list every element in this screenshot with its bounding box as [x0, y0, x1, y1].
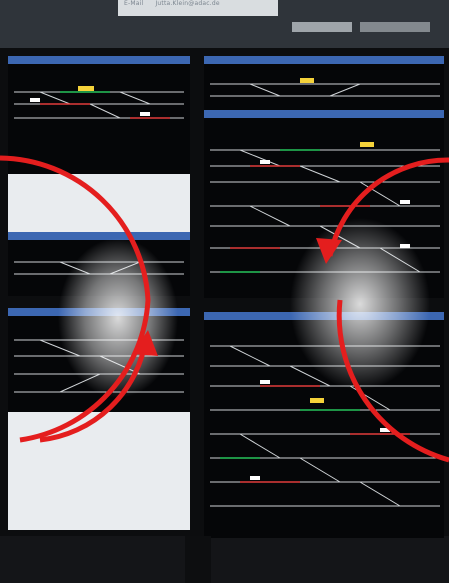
glow-left	[58, 238, 178, 398]
tl-signal-panel	[8, 64, 190, 174]
monitor-stand	[185, 536, 211, 583]
ceiling-light-2	[360, 22, 430, 32]
ceiling-light	[292, 22, 352, 32]
bl-white-area	[8, 412, 190, 530]
tr-titlebar	[204, 56, 444, 64]
wall-sign-text: E-Mail Jutta.Klein@adac.de	[124, 0, 230, 7]
tr-subtitlebar	[204, 110, 444, 118]
monitor-wall-photo	[0, 0, 449, 583]
tl-white-gap	[8, 174, 190, 232]
glow-right	[290, 218, 430, 390]
sign-value: Jutta.Klein@adac.de	[155, 0, 220, 7]
desk-shadow	[0, 536, 449, 583]
sign-label: E-Mail	[124, 0, 144, 7]
photo-scene: E-Mail Jutta.Klein@adac.de	[0, 0, 449, 583]
tl-subtitlebar	[8, 232, 190, 240]
tl-titlebar	[8, 56, 190, 64]
tr-top-panel	[204, 64, 444, 110]
